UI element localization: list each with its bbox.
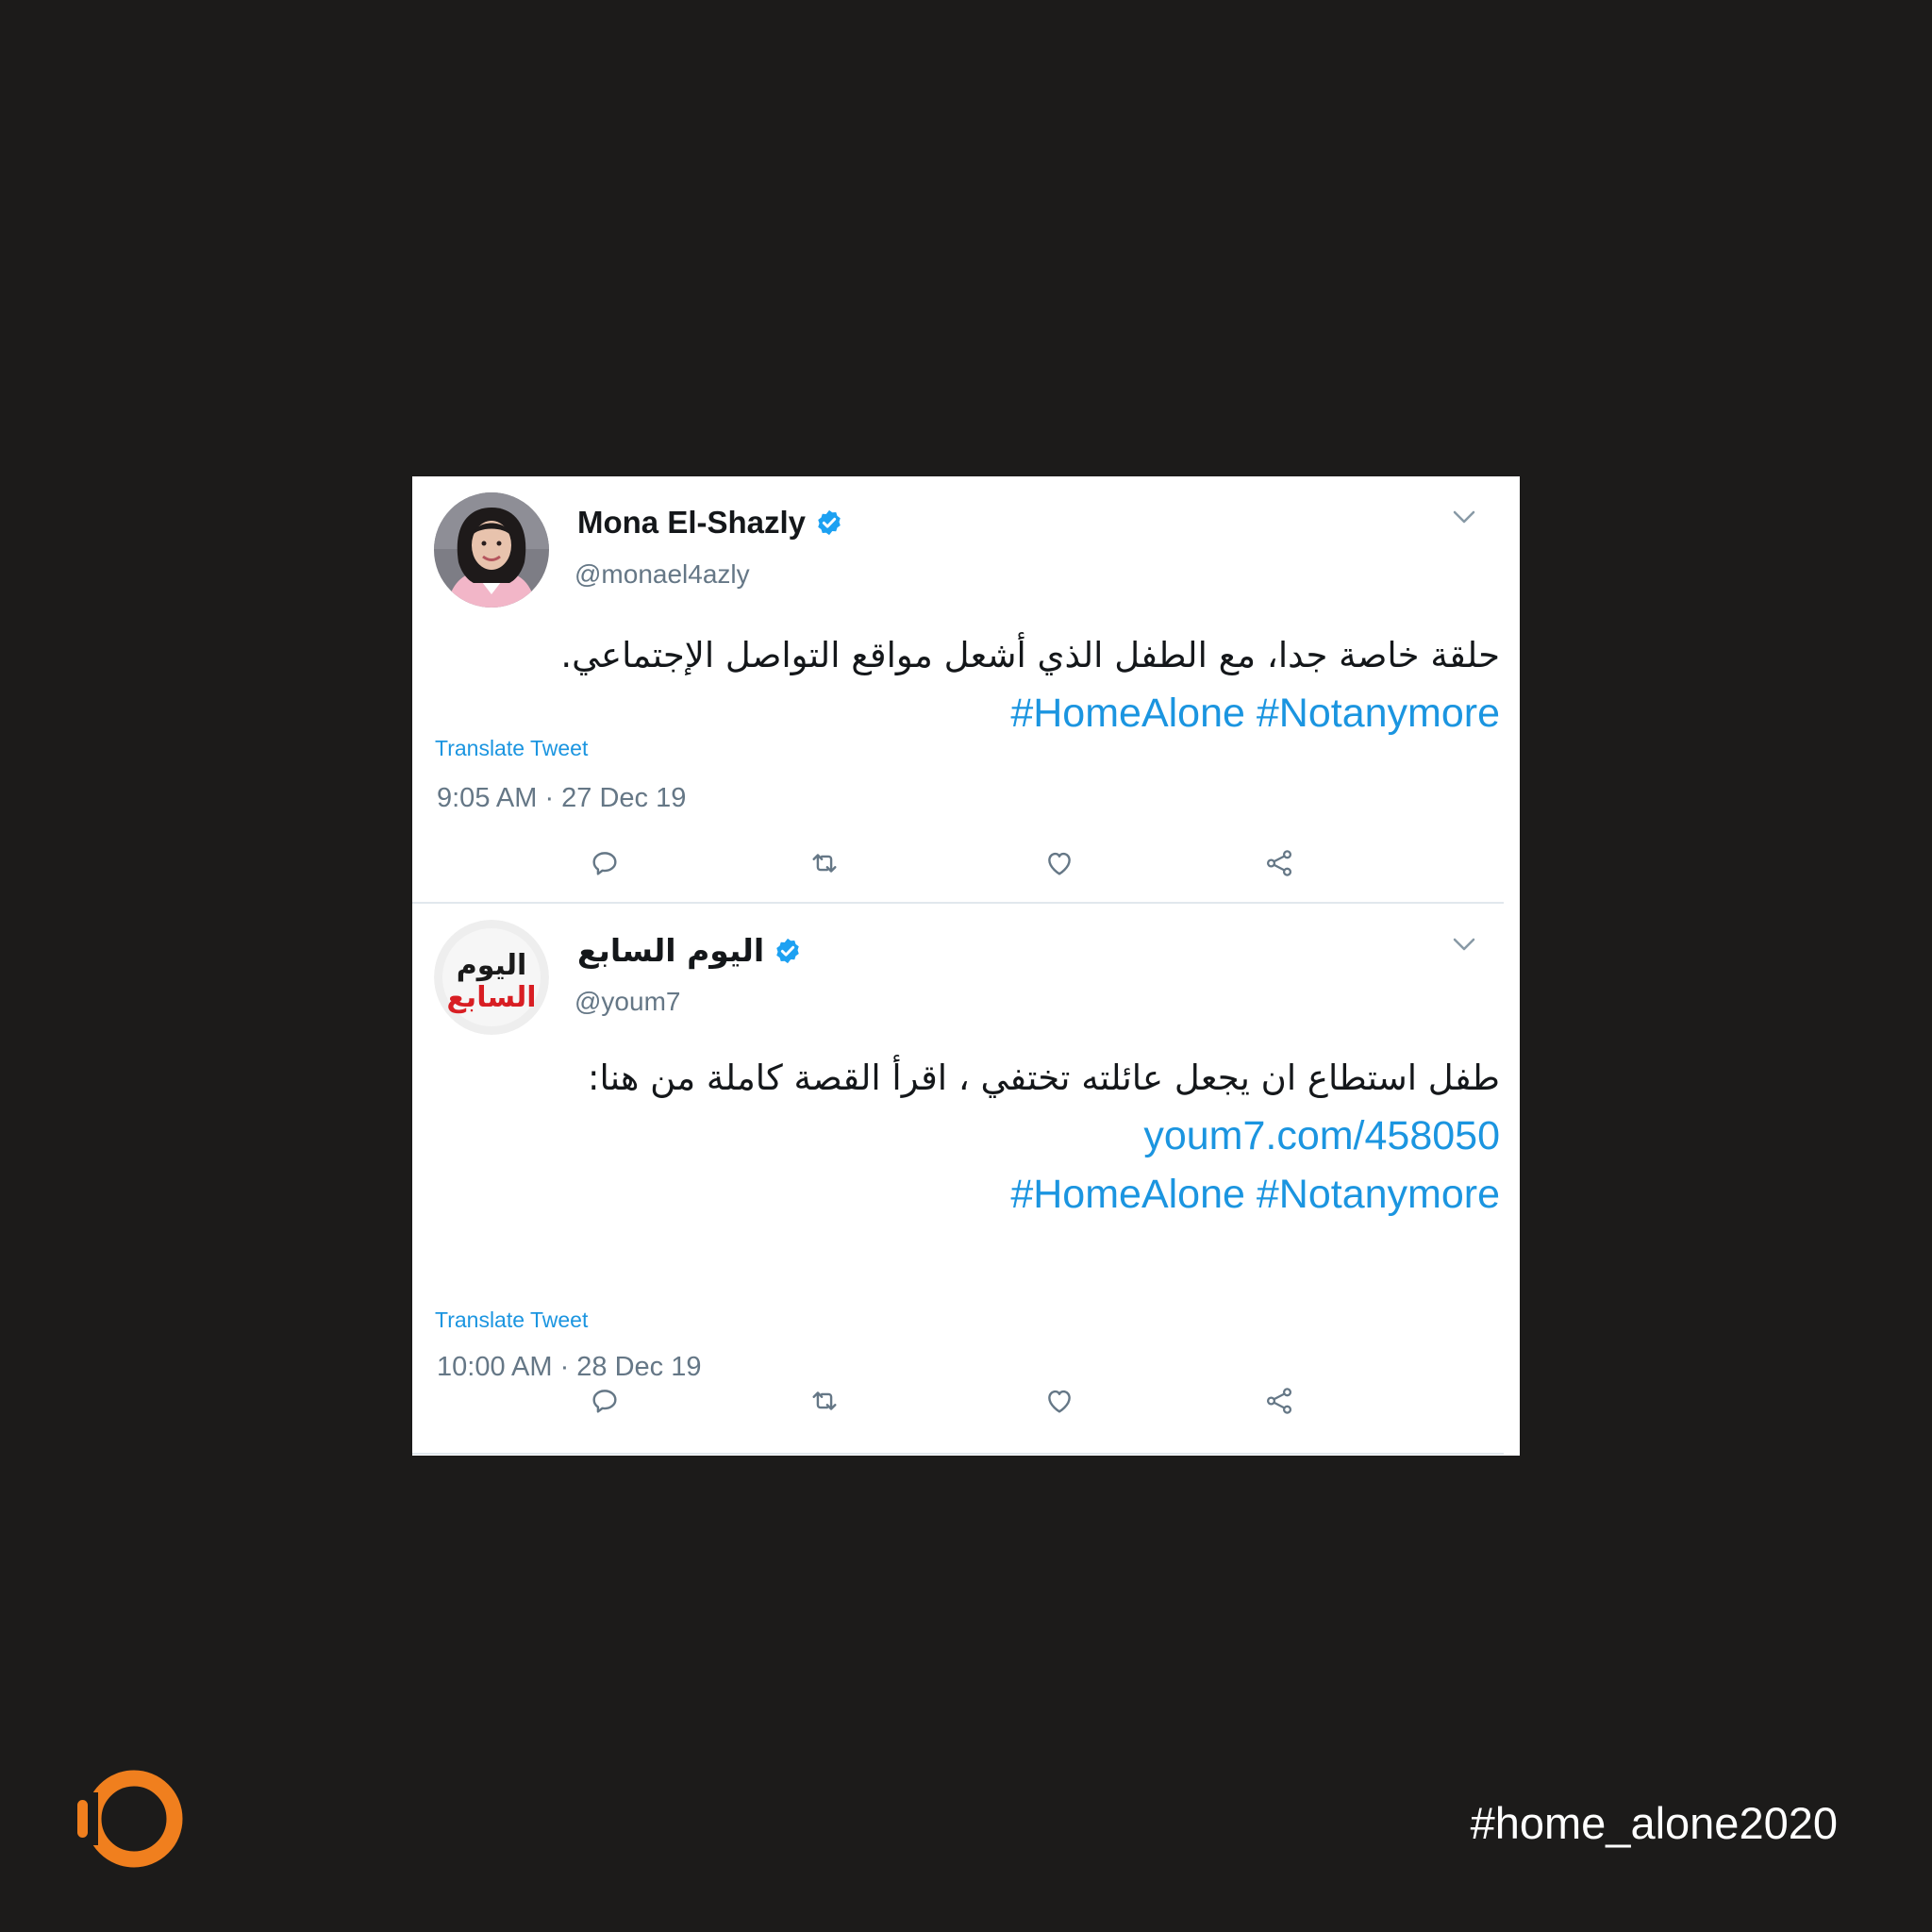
avatar[interactable]	[434, 492, 549, 608]
retweet-icon[interactable]	[808, 847, 841, 879]
reply-icon[interactable]	[589, 847, 621, 879]
display-name[interactable]: Mona El-Shazly	[577, 505, 806, 541]
tweet-timestamp[interactable]: 10:00 AM · 28 Dec 19	[437, 1352, 702, 1383]
tweet-text: طفل استطاع ان يجعل عائلته تختفي ، اقرأ ا…	[450, 1050, 1500, 1224]
author-handle[interactable]: @youm7	[575, 987, 680, 1017]
tweet-arabic-text: حلقة خاصة جدا، مع الطفل الذي أشعل مواقع …	[560, 635, 1500, 675]
reply-icon[interactable]	[589, 1385, 621, 1417]
like-icon[interactable]	[1043, 847, 1075, 879]
brand-logo-icon	[75, 1770, 183, 1868]
retweet-icon[interactable]	[808, 1385, 841, 1417]
chevron-down-icon[interactable]	[1450, 508, 1478, 526]
youm7-logo-avatar-icon: اليوم السابع	[434, 920, 549, 1035]
hashtags[interactable]: #HomeAlone #Notanymore	[450, 1165, 1500, 1224]
share-icon[interactable]	[1263, 1385, 1295, 1417]
avatar[interactable]: اليوم السابع	[434, 920, 549, 1035]
hashtags[interactable]: #HomeAlone #Notanymore	[450, 684, 1500, 742]
svg-text:اليوم: اليوم	[457, 949, 527, 982]
author-name-row[interactable]: اليوم السابع	[577, 932, 802, 969]
tweet[interactable]: Mona El-Shazly @monael4azly حلقة خاصة جد…	[412, 476, 1520, 904]
verified-badge-icon	[818, 509, 841, 536]
translate-tweet-link[interactable]: Translate Tweet	[435, 736, 588, 761]
tweet-actions	[412, 847, 1520, 885]
svg-text:السابع: السابع	[446, 981, 536, 1014]
tweet-text: حلقة خاصة جدا، مع الطفل الذي أشعل مواقع …	[450, 627, 1500, 742]
translate-tweet-link[interactable]: Translate Tweet	[435, 1307, 588, 1333]
chevron-down-icon[interactable]	[1450, 935, 1478, 954]
verified-badge-icon	[776, 938, 799, 963]
tweet-divider	[412, 1453, 1504, 1455]
share-icon[interactable]	[1263, 847, 1295, 879]
woman-portrait-avatar-icon	[434, 492, 549, 608]
tweet[interactable]: اليوم السابع اليوم السابع @youm7 طفل است…	[412, 904, 1520, 1456]
author-name-row[interactable]: Mona El-Shazly	[577, 505, 843, 541]
tweet-timestamp[interactable]: 9:05 AM · 27 Dec 19	[437, 783, 686, 814]
like-icon[interactable]	[1043, 1385, 1075, 1417]
tweet-actions	[412, 1385, 1520, 1423]
tweets-card: Mona El-Shazly @monael4azly حلقة خاصة جد…	[412, 476, 1520, 1456]
page-hashtag: #home_alone2020	[1470, 1798, 1838, 1848]
tweet-arabic-text: طفل استطاع ان يجعل عائلته تختفي ، اقرأ ا…	[587, 1058, 1500, 1098]
author-handle[interactable]: @monael4azly	[575, 559, 750, 590]
display-name[interactable]: اليوم السابع	[577, 932, 764, 969]
tweet-link[interactable]: youm7.com/458050	[450, 1107, 1500, 1165]
